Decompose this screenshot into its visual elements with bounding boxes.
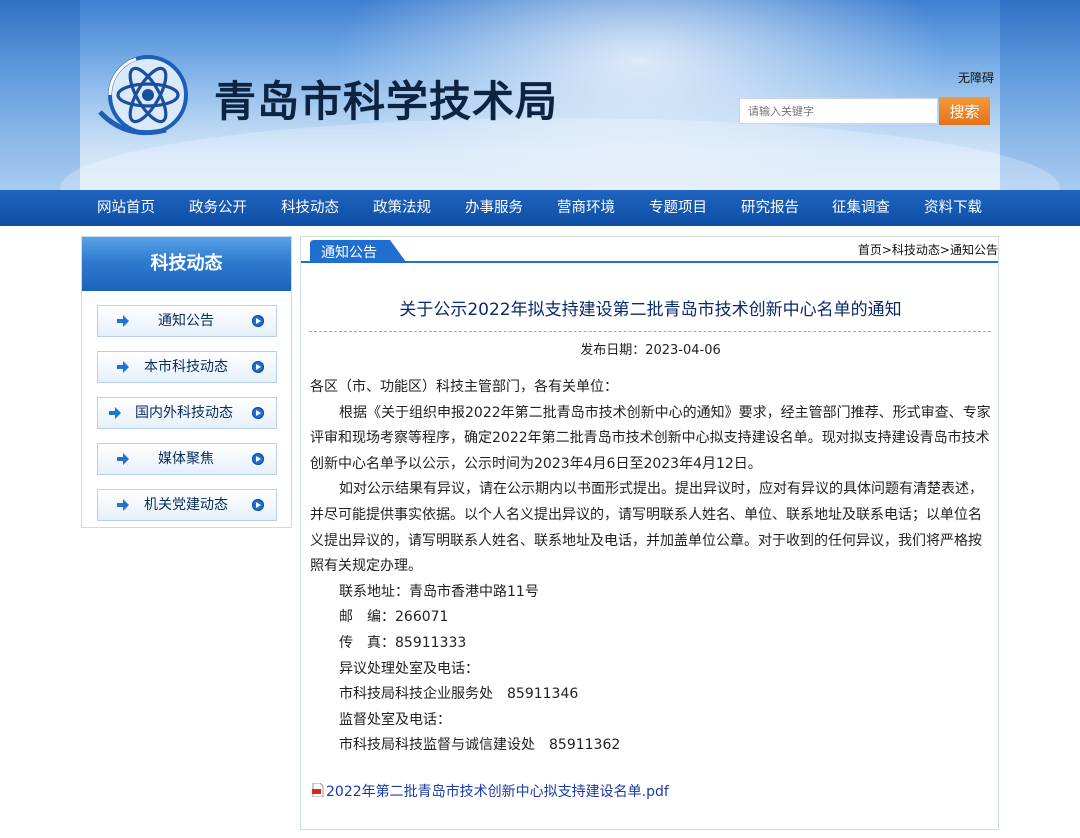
- nav-item-home[interactable]: 网站首页: [97, 190, 155, 226]
- sidebar-item-label: 国内外科技动态: [135, 405, 233, 421]
- site-header: 青岛市科学技术局 无障碍 搜索: [0, 0, 1080, 190]
- article-panel: 通知公告 首页>科技动态>通知公告 关于公示2022年拟支持建设第二批青岛市技术…: [300, 236, 999, 830]
- breadcrumb[interactable]: 首页>科技动态>通知公告: [858, 241, 998, 258]
- nav-item-services[interactable]: 办事服务: [465, 190, 523, 226]
- objection-office-heading: 异议处理处室及电话：: [339, 660, 479, 677]
- contact-postcode: 邮 编：266071: [339, 609, 449, 626]
- site-title: 青岛市科学技术局: [214, 77, 559, 126]
- section-tab-label: 通知公告: [321, 245, 377, 261]
- circle-play-icon: [252, 315, 264, 327]
- header-hill: [60, 118, 1060, 190]
- article-body: 各区（市、功能区）科技主管部门，各有关单位： 根据《关于组织申报2022年第二批…: [310, 375, 991, 759]
- sidebar-item-label: 媒体聚焦: [158, 451, 214, 467]
- pdf-file-icon: [312, 783, 324, 797]
- accessibility-link[interactable]: 无障碍: [958, 69, 994, 86]
- arrow-right-icon: [117, 453, 129, 465]
- main-nav: 网站首页 政务公开 科技动态 政策法规 办事服务 营商环境 专题项目 研究报告 …: [0, 190, 1080, 226]
- atom-logo-icon: [98, 55, 188, 136]
- sidebar-item-label: 机关党建动态: [144, 497, 228, 513]
- article-paragraph: 根据《关于组织申报2022年第二批青岛市技术创新中心的通知》要求，经主管部门推荐…: [310, 404, 991, 472]
- sidebar: 科技动态 通知公告 本市科技动态 国内外科技动态 媒体聚焦 机关党建动态: [81, 236, 292, 528]
- sidebar-item-label: 通知公告: [158, 313, 214, 329]
- sidebar-title: 科技动态: [82, 237, 291, 291]
- nav-item-surveys[interactable]: 征集调查: [832, 190, 890, 226]
- sidebar-item-local-tech-news[interactable]: 本市科技动态: [97, 351, 277, 383]
- sidebar-item-media-focus[interactable]: 媒体聚焦: [97, 443, 277, 475]
- nav-item-special-projects[interactable]: 专题项目: [649, 190, 707, 226]
- arrow-right-icon: [109, 407, 121, 419]
- attachment-label: 2022年第二批青岛市技术创新中心拟支持建设名单.pdf: [326, 784, 669, 800]
- supervision-office: 市科技局科技监督与诚信建设处 85911362: [339, 737, 621, 754]
- arrow-right-icon: [117, 315, 129, 327]
- sidebar-item-label: 本市科技动态: [144, 359, 228, 375]
- nav-item-policies[interactable]: 政策法规: [373, 190, 431, 226]
- arrow-right-icon: [117, 361, 129, 373]
- objection-office: 市科技局科技企业服务处 85911346: [339, 686, 579, 703]
- sidebar-item-notices[interactable]: 通知公告: [97, 305, 277, 337]
- arrow-right-icon: [117, 499, 129, 511]
- title-divider: [309, 331, 991, 332]
- search-button[interactable]: 搜索: [939, 97, 990, 125]
- circle-play-icon: [252, 407, 264, 419]
- section-tab[interactable]: 通知公告: [310, 240, 406, 262]
- sidebar-item-party-building[interactable]: 机关党建动态: [97, 489, 277, 521]
- attachment-link[interactable]: 2022年第二批青岛市技术创新中心拟支持建设名单.pdf: [312, 781, 669, 801]
- article-paragraph: 如对公示结果有异议，请在公示期内以书面形式提出。提出异议时，应对有异议的具体问题…: [310, 481, 983, 575]
- search-input[interactable]: [739, 98, 938, 124]
- nav-item-business-environment[interactable]: 营商环境: [557, 190, 615, 226]
- contact-address: 联系地址：青岛市香港中路11号: [339, 583, 539, 600]
- nav-item-downloads[interactable]: 资料下载: [924, 190, 982, 226]
- circle-play-icon: [252, 453, 264, 465]
- publish-date: 发布日期：2023-04-06: [580, 343, 721, 358]
- sidebar-item-global-tech-news[interactable]: 国内外科技动态: [97, 397, 277, 429]
- nav-item-tech-news[interactable]: 科技动态: [281, 190, 339, 226]
- circle-play-icon: [252, 361, 264, 373]
- circle-play-icon: [252, 499, 264, 511]
- article-greeting: 各区（市、功能区）科技主管部门，各有关单位：: [310, 379, 618, 395]
- nav-item-research-reports[interactable]: 研究报告: [741, 190, 799, 226]
- contact-fax: 传 真：85911333: [339, 634, 467, 651]
- nav-item-government-affairs[interactable]: 政务公开: [189, 190, 247, 226]
- supervision-office-heading: 监督处室及电话：: [339, 711, 451, 728]
- header-band-left: [0, 0, 80, 190]
- section-tab-bar: 通知公告 首页>科技动态>通知公告: [301, 237, 998, 263]
- article-title: 关于公示2022年拟支持建设第二批青岛市技术创新中心名单的通知: [399, 300, 902, 320]
